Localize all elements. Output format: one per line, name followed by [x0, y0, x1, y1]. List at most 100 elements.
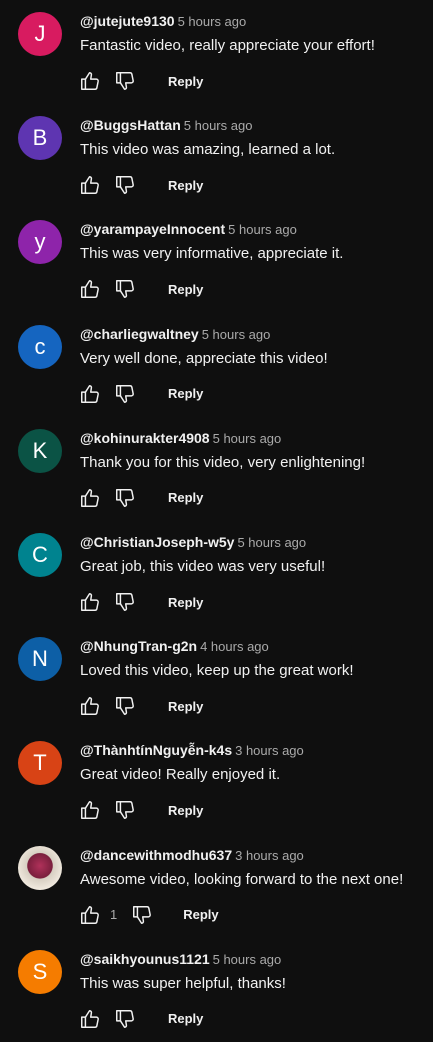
- comment-actions: Reply: [78, 486, 203, 510]
- comment-text: Great video! Really enjoyed it.: [80, 766, 281, 784]
- comment-timestamp[interactable]: 5 hours ago: [228, 222, 297, 237]
- comment-author[interactable]: @saikhyounus1121: [80, 951, 210, 967]
- avatar[interactable]: S: [18, 949, 62, 994]
- avatar[interactable]: c: [18, 324, 62, 369]
- comment-timestamp[interactable]: 4 hours ago: [200, 639, 269, 654]
- thumb-down-icon[interactable]: [113, 277, 137, 301]
- thumb-down-icon[interactable]: [113, 798, 137, 822]
- avatar[interactable]: C: [18, 533, 62, 577]
- thumb-up-icon[interactable]: [78, 694, 102, 718]
- comment-actions: Reply: [78, 69, 203, 93]
- comment-author[interactable]: @yarampayeInnocent: [80, 221, 225, 237]
- thumb-down-icon[interactable]: [130, 903, 154, 927]
- avatar[interactable]: B: [18, 116, 62, 161]
- comment-text: Very well done, appreciate this video!: [80, 349, 328, 367]
- comment-item: S @saikhyounus1121 5 hours ago This was sup…: [0, 938, 433, 1042]
- comment-timestamp[interactable]: 5 hours ago: [237, 535, 306, 550]
- comment-item: @dancewithmodhu637 3 hours ago Awesome vid…: [0, 834, 433, 938]
- comment-actions: Reply: [78, 382, 203, 406]
- avatar[interactable]: [18, 845, 62, 890]
- thumb-down-icon[interactable]: [113, 590, 137, 614]
- reply-button[interactable]: Reply: [183, 907, 218, 922]
- comment-timestamp[interactable]: 3 hours ago: [235, 848, 304, 863]
- thumb-up-icon[interactable]: [78, 1007, 102, 1031]
- reply-button[interactable]: Reply: [168, 699, 203, 714]
- comment-author[interactable]: @dancewithmodhu637: [80, 847, 232, 863]
- comment-text: Loved this video, keep up the great work…: [80, 662, 354, 680]
- comment-text: Fantastic video, really appreciate your …: [80, 37, 375, 54]
- thumb-up-icon[interactable]: [78, 173, 102, 197]
- comment-header: @BuggsHattan 5 hours ago: [80, 117, 252, 135]
- thumb-down-icon[interactable]: [113, 1007, 137, 1031]
- comment-timestamp[interactable]: 5 hours ago: [184, 118, 253, 133]
- thumb-down-icon[interactable]: [113, 69, 137, 93]
- comment-header: @dancewithmodhu637 3 hours ago: [80, 847, 304, 865]
- comment-header: @ChristianJoseph-w5y 5 hours ago: [80, 534, 306, 552]
- comment-actions: Reply: [78, 798, 203, 822]
- reply-button[interactable]: Reply: [168, 595, 203, 610]
- comment-item: N @NhungTran-g2n 4 hours ago Loved this vid…: [0, 625, 433, 729]
- thumb-up-icon[interactable]: [78, 798, 102, 822]
- comment-actions: Reply: [78, 173, 203, 197]
- comment-author[interactable]: @charliegwaltney: [80, 326, 199, 342]
- comment-header: @NhungTran-g2n 4 hours ago: [80, 638, 269, 656]
- thumb-down-icon[interactable]: [113, 486, 137, 510]
- comment-item: B @BuggsHattan 5 hours ago This video was a…: [0, 104, 433, 208]
- comment-item: C @ChristianJoseph-w5y 5 hours ago Great jo…: [0, 521, 433, 625]
- avatar[interactable]: T: [18, 741, 62, 786]
- thumb-down-icon[interactable]: [113, 382, 137, 406]
- comment-author[interactable]: @kohinurakter4908: [80, 430, 210, 446]
- thumb-down-icon[interactable]: [113, 694, 137, 718]
- comment-actions: Reply: [78, 694, 203, 718]
- comment-actions: 1 Reply: [78, 903, 219, 927]
- comment-header: @charliegwaltney 5 hours ago: [80, 326, 270, 344]
- comment-item: c @charliegwaltney 5 hours ago Very well do…: [0, 313, 433, 417]
- comment-item: T @ThànhtínNguyễn-k4s 3 hours ago Great vid…: [0, 729, 433, 833]
- reply-button[interactable]: Reply: [168, 490, 203, 505]
- reply-button[interactable]: Reply: [168, 74, 203, 89]
- comment-item: K @kohinurakter4908 5 hours ago Thank you f…: [0, 417, 433, 521]
- comment-author[interactable]: @BuggsHattan: [80, 117, 181, 133]
- comment-item: J @jutejute9130 5 hours ago Fantastic video…: [0, 0, 433, 104]
- thumb-down-icon[interactable]: [113, 173, 137, 197]
- thumb-up-icon[interactable]: [78, 277, 102, 301]
- comment-header: @kohinurakter4908 5 hours ago: [80, 430, 281, 448]
- reply-button[interactable]: Reply: [168, 282, 203, 297]
- comment-author[interactable]: @ChristianJoseph-w5y: [80, 534, 234, 550]
- comment-text: This video was amazing, learned a lot.: [80, 141, 336, 159]
- avatar[interactable]: N: [18, 637, 62, 682]
- reply-button[interactable]: Reply: [168, 386, 203, 401]
- comment-header: @jutejute9130 5 hours ago: [80, 13, 246, 31]
- comment-text: This was super helpful, thanks!: [80, 974, 286, 992]
- thumb-up-icon[interactable]: [78, 590, 102, 614]
- thumb-up-icon[interactable]: [78, 382, 102, 406]
- comment-actions: Reply: [78, 277, 203, 301]
- comment-timestamp[interactable]: 5 hours ago: [213, 431, 282, 446]
- reply-button[interactable]: Reply: [168, 1011, 203, 1026]
- comment-author[interactable]: @NhungTran-g2n: [80, 638, 197, 654]
- thumb-up-icon[interactable]: [78, 69, 102, 93]
- comment-timestamp[interactable]: 5 hours ago: [202, 327, 271, 342]
- reply-button[interactable]: Reply: [168, 803, 203, 818]
- thumb-up-icon[interactable]: [78, 903, 102, 927]
- comment-text: Great job, this video was very useful!: [80, 558, 326, 575]
- comment-actions: Reply: [78, 1007, 203, 1031]
- comment-text: Thank you for this video, very enlighten…: [80, 453, 366, 471]
- avatar[interactable]: J: [18, 12, 62, 56]
- comment-text: This was very informative, appreciate it…: [80, 245, 344, 263]
- comment-timestamp[interactable]: 5 hours ago: [178, 14, 247, 29]
- like-count: 1: [110, 907, 118, 923]
- comment-header: @ThànhtínNguyễn-k4s 3 hours ago: [80, 742, 304, 760]
- comment-author[interactable]: @jutejute9130: [80, 13, 175, 29]
- thumb-up-icon[interactable]: [78, 486, 102, 510]
- comment-author[interactable]: @ThànhtínNguyễn-k4s: [80, 742, 232, 758]
- comment-header: @yarampayeInnocent 5 hours ago: [80, 221, 297, 239]
- comment-item: y @yarampayeInnocent 5 hours ago This was v…: [0, 208, 433, 312]
- comment-timestamp[interactable]: 5 hours ago: [213, 952, 282, 967]
- reply-button[interactable]: Reply: [168, 178, 203, 193]
- avatar[interactable]: y: [18, 220, 62, 265]
- comment-header: @saikhyounus1121 5 hours ago: [80, 951, 281, 969]
- comment-text: Awesome video, looking forward to the ne…: [80, 870, 404, 888]
- avatar[interactable]: K: [18, 428, 62, 473]
- comment-timestamp[interactable]: 3 hours ago: [235, 743, 304, 758]
